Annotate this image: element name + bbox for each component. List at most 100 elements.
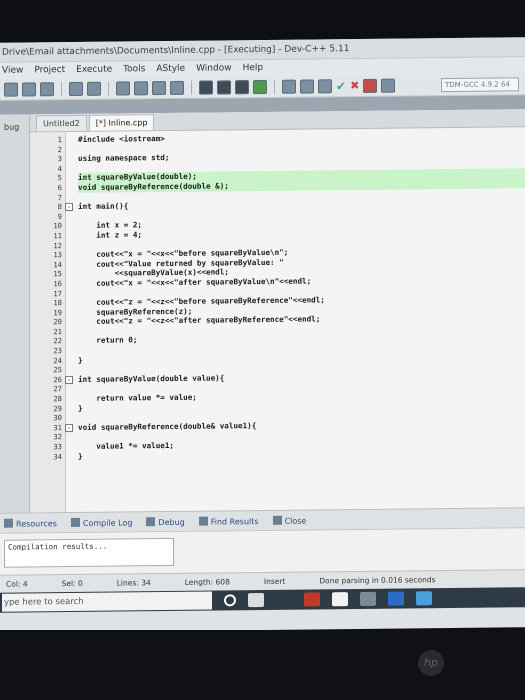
find-results-icon xyxy=(198,516,208,526)
debug-check-icon xyxy=(146,516,156,526)
monitor-bezel xyxy=(0,630,525,700)
tab-find-results[interactable]: Find Results xyxy=(198,516,259,527)
menu-execute[interactable]: Execute xyxy=(76,62,112,78)
run-icon[interactable] xyxy=(134,80,148,95)
class-browser-icon[interactable] xyxy=(282,79,296,94)
line-number: 21 xyxy=(53,326,62,337)
toolbar-divider xyxy=(191,80,192,95)
app-blue-icon[interactable] xyxy=(416,591,432,606)
debug-icon[interactable] xyxy=(253,79,267,94)
app-red-icon[interactable] xyxy=(304,592,320,607)
line-number: 22 xyxy=(53,336,62,346)
amazon-icon[interactable] xyxy=(332,592,348,607)
compile-icon[interactable] xyxy=(116,80,130,96)
fold-toggle-icon[interactable]: - xyxy=(65,423,73,432)
resources-icon xyxy=(4,518,13,528)
fold-toggle-icon[interactable]: - xyxy=(65,375,73,384)
debug-panel-label[interactable]: bug xyxy=(4,123,19,132)
line-number: 24 xyxy=(53,355,62,365)
line-number-gutter: 1 2 3 4 5 6 7 8-9 10 11 12 13 14 15 16 17 18 19 20 21 22 23 24… xyxy=(30,132,73,513)
rebuild-icon[interactable] xyxy=(170,80,184,95)
compiler-select[interactable]: TDM-GCC 4.9.2 64 xyxy=(441,76,519,92)
line-number: 7 xyxy=(57,192,62,202)
line-number: 28 xyxy=(53,394,62,404)
line-number: 32 xyxy=(53,432,62,442)
line-number: 17 xyxy=(53,288,62,298)
status-col: Col: 4 xyxy=(6,579,28,589)
menu-help[interactable]: Help xyxy=(243,60,264,76)
word-icon[interactable] xyxy=(388,591,404,606)
line-number: 25 xyxy=(53,365,62,375)
toolbar-divider xyxy=(108,81,109,96)
cortana-icon[interactable] xyxy=(224,594,236,607)
line-number: 18 xyxy=(53,298,62,308)
line-number: 30 xyxy=(53,413,62,423)
bookmark-icon[interactable] xyxy=(235,79,249,94)
workspace: bug Untitled2 [*] Inline.cpp 12345678-91… xyxy=(0,109,525,513)
tab-debug-label: Debug xyxy=(158,517,185,527)
cancel-icon[interactable]: ✖ xyxy=(350,78,359,92)
line-number: 34 xyxy=(53,451,62,461)
line-number: 9 xyxy=(57,211,62,221)
line-number: 13 xyxy=(53,250,62,260)
status-message: Done parsing in 0.016 seconds xyxy=(319,575,436,586)
tab-compile-log[interactable]: Compile Log xyxy=(70,517,132,528)
tab-resources[interactable]: Resources xyxy=(4,518,57,529)
tab-inline-cpp[interactable]: [*] Inline.cpp xyxy=(88,114,155,131)
hp-logo-icon: hp xyxy=(418,650,444,676)
tab-debug[interactable]: Debug xyxy=(146,516,185,527)
debug-panel: bug xyxy=(0,114,30,513)
toolbar-divider xyxy=(274,79,275,94)
code-lines[interactable]: #include <iostream> using namespace std; i… xyxy=(66,127,525,512)
task-view-icon[interactable] xyxy=(248,592,264,608)
line-number: 26- xyxy=(53,374,73,385)
tab-find-results-label: Find Results xyxy=(210,516,259,527)
taskbar-search[interactable]: ype here to search xyxy=(2,591,212,612)
line-number: 31- xyxy=(53,422,73,433)
undo-icon[interactable] xyxy=(69,81,83,96)
line-number: 5 xyxy=(57,173,62,183)
compilation-results: Compilation results... xyxy=(4,537,174,568)
line-number: 33 xyxy=(53,442,62,452)
monitor-screen: Drive\Email attachments\Documents\Inline… xyxy=(0,37,525,633)
tab-untitled2[interactable]: Untitled2 xyxy=(36,114,87,132)
chart-icon[interactable] xyxy=(363,78,378,93)
project-icon[interactable] xyxy=(300,78,314,94)
line-number: 3 xyxy=(57,154,62,164)
open-file-icon[interactable] xyxy=(22,81,36,97)
app-gray-icon[interactable] xyxy=(360,591,376,606)
close-panel-label: Close xyxy=(284,516,307,526)
unindent-icon[interactable] xyxy=(217,79,231,94)
indent-icon[interactable] xyxy=(199,80,213,95)
compile-output-panel: Compilation results... xyxy=(0,527,525,575)
status-sel: Sel: 0 xyxy=(61,578,83,589)
menu-window[interactable]: Window xyxy=(196,60,232,76)
line-number: 8- xyxy=(57,202,73,212)
save-icon[interactable] xyxy=(40,81,54,96)
tab-resources-label: Resources xyxy=(16,518,57,529)
check-icon[interactable]: ✔ xyxy=(336,79,346,93)
line-number: 2 xyxy=(57,144,62,154)
menu-view[interactable]: View xyxy=(2,63,23,79)
compile-run-icon[interactable] xyxy=(152,80,166,95)
compile-log-icon xyxy=(70,517,80,527)
menu-tools[interactable]: Tools xyxy=(123,61,145,77)
taskbar: ype here to search xyxy=(0,587,525,613)
editor-area: Untitled2 [*] Inline.cpp 1 2 3 4 5 6 7 8-9 10 11 1… xyxy=(30,109,525,513)
menu-astyle[interactable]: AStyle xyxy=(156,61,185,77)
line-number: 11 xyxy=(53,231,62,241)
line-number: 19 xyxy=(53,307,62,317)
menu-project[interactable]: Project xyxy=(34,62,65,78)
redo-icon[interactable] xyxy=(87,81,101,96)
close-icon xyxy=(272,515,282,525)
code-editor[interactable]: 1 2 3 4 5 6 7 8-9 10 11 12 13 14 15 16 17 18 19 20 21 22 23 24… xyxy=(30,127,525,513)
settings-icon[interactable] xyxy=(381,78,396,93)
close-panel-button[interactable]: Close xyxy=(272,515,307,526)
status-mode: Insert xyxy=(263,576,286,586)
line-number: 15 xyxy=(53,269,62,279)
fold-toggle-icon[interactable]: - xyxy=(65,203,73,212)
new-file-icon[interactable] xyxy=(4,82,18,97)
line-number: 20 xyxy=(53,317,62,327)
options-icon[interactable] xyxy=(318,78,332,93)
line-number: 1 xyxy=(57,135,62,145)
